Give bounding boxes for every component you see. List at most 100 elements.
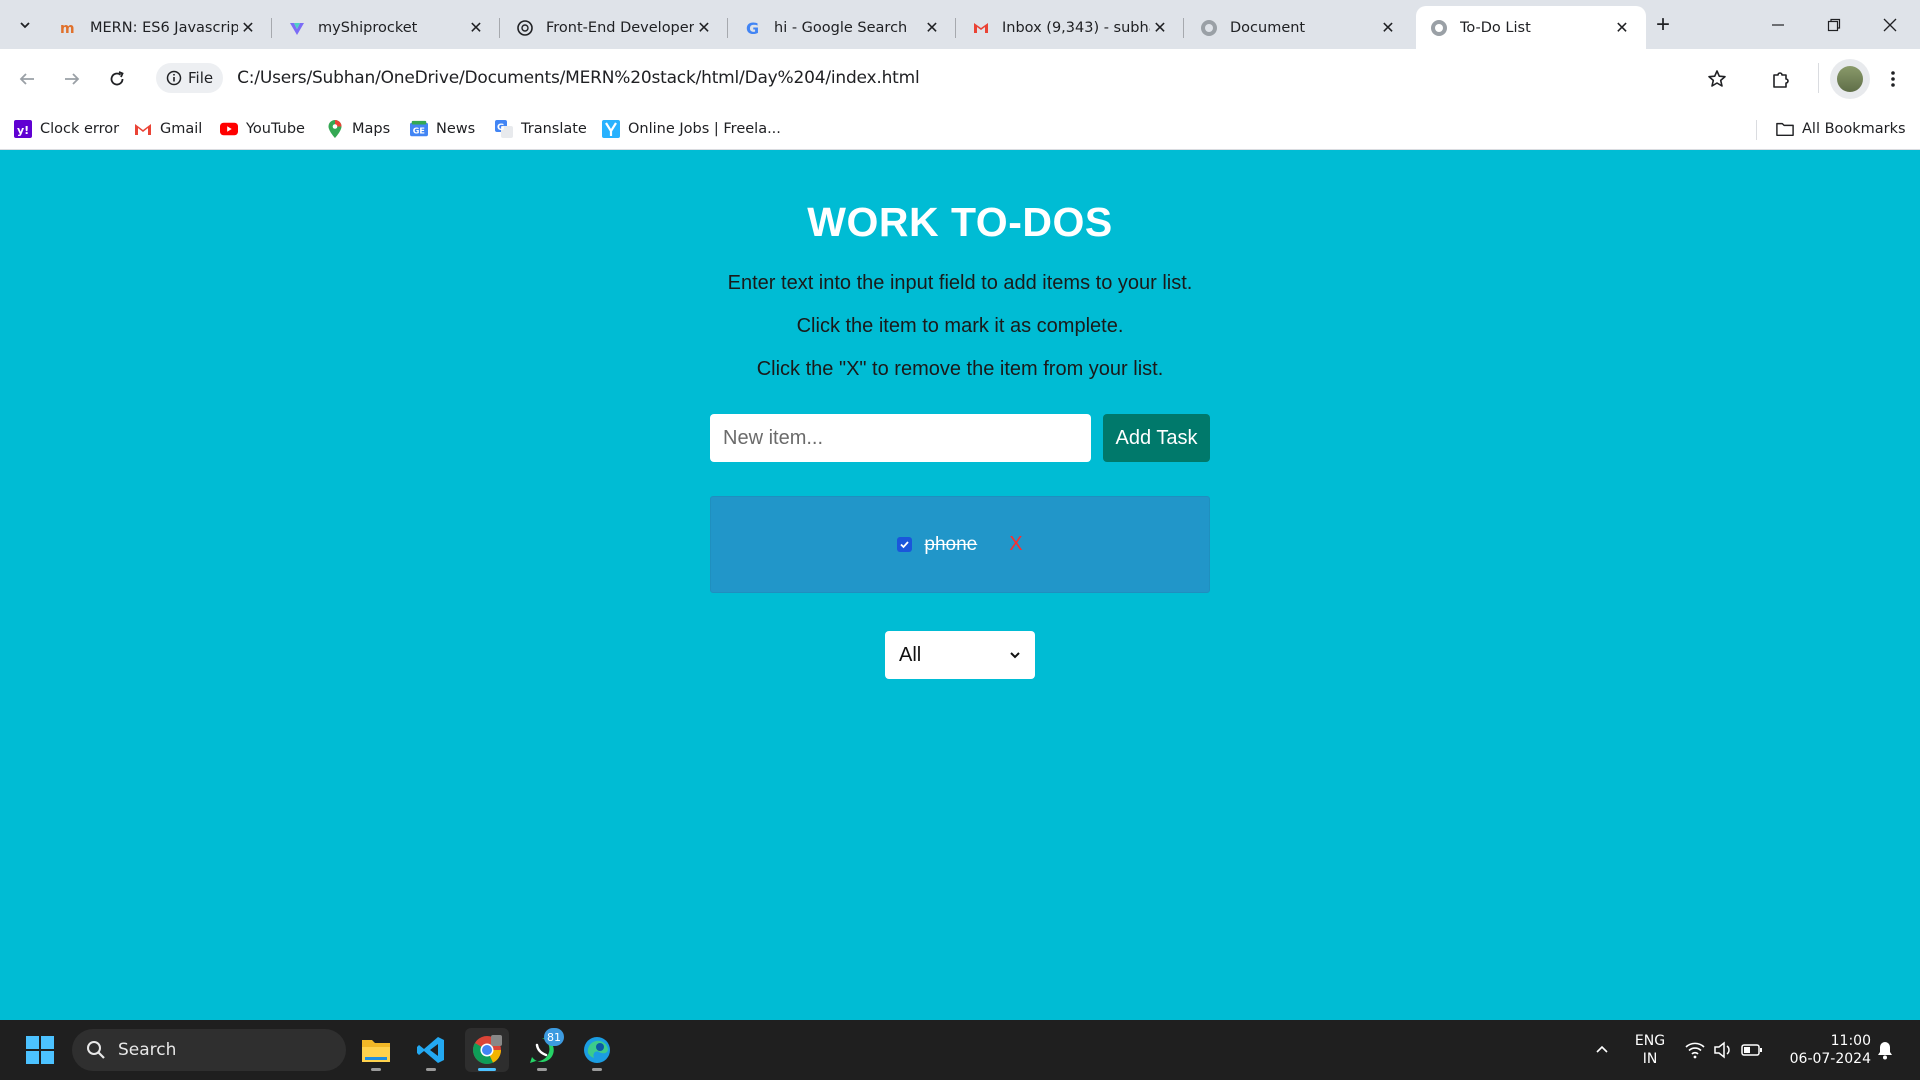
extensions-button[interactable] bbox=[1764, 62, 1798, 96]
list-item[interactable]: phone X bbox=[711, 497, 1209, 592]
search-icon bbox=[87, 1041, 105, 1059]
running-indicator bbox=[592, 1068, 602, 1071]
taskbar-edge[interactable] bbox=[575, 1028, 619, 1072]
star-icon bbox=[1708, 70, 1726, 87]
complete-checkbox[interactable] bbox=[897, 537, 913, 552]
gmail-favicon bbox=[972, 19, 990, 37]
address-bar[interactable]: File C:/Users/Subhan/OneDrive/Documents/… bbox=[152, 57, 1737, 99]
more-vertical-icon bbox=[1891, 71, 1895, 87]
tab-google-search[interactable]: G hi - Google Search ✕ bbox=[730, 6, 956, 49]
filter-selected-value: All bbox=[899, 643, 922, 666]
chrome-icon bbox=[473, 1035, 502, 1064]
toolbar-divider bbox=[1818, 63, 1819, 93]
reload-icon bbox=[110, 71, 124, 86]
minimize-button[interactable] bbox=[1750, 0, 1806, 49]
close-tab-icon[interactable]: ✕ bbox=[922, 18, 942, 38]
globe-favicon bbox=[1430, 19, 1448, 37]
reload-button[interactable] bbox=[101, 63, 133, 95]
arrow-right-icon bbox=[65, 73, 80, 85]
all-bookmarks-button[interactable]: All Bookmarks bbox=[1776, 116, 1906, 142]
bookmark-translate[interactable]: G Translate bbox=[495, 116, 587, 142]
tab-mern[interactable]: m MERN: ES6 Javascript ✕ bbox=[46, 6, 272, 49]
bookmark-label: Translate bbox=[521, 121, 587, 137]
taskbar-chrome[interactable] bbox=[465, 1028, 509, 1072]
start-button[interactable] bbox=[18, 1028, 62, 1072]
restore-icon bbox=[1827, 18, 1841, 31]
vscode-icon bbox=[417, 1037, 444, 1063]
new-item-input[interactable] bbox=[710, 414, 1091, 462]
add-task-button[interactable]: Add Task bbox=[1103, 414, 1210, 462]
clock[interactable]: 11:00 06-07-2024 bbox=[1775, 1032, 1871, 1068]
bookmark-label: YouTube bbox=[246, 121, 305, 137]
site-info-chip[interactable]: File bbox=[156, 63, 224, 93]
tab-todo-list[interactable]: To-Do List ✕ bbox=[1416, 6, 1646, 49]
tab-gmail-inbox[interactable]: Inbox (9,343) - subha ✕ bbox=[958, 6, 1184, 49]
bookmark-maps[interactable]: Maps bbox=[326, 116, 390, 142]
close-tab-icon[interactable]: ✕ bbox=[1612, 18, 1632, 38]
all-bookmarks-label: All Bookmarks bbox=[1802, 121, 1906, 137]
taskbar-search[interactable]: Search bbox=[72, 1029, 346, 1071]
close-tab-icon[interactable]: ✕ bbox=[1150, 18, 1170, 38]
notifications-button[interactable] bbox=[1876, 1040, 1896, 1060]
clock-date: 06-07-2024 bbox=[1789, 1051, 1871, 1067]
bookmark-youtube[interactable]: YouTube bbox=[220, 116, 305, 142]
close-tab-icon[interactable]: ✕ bbox=[694, 18, 714, 38]
checkmark-icon bbox=[900, 541, 910, 549]
chrome-menu-button[interactable] bbox=[1876, 62, 1910, 96]
quick-settings-button[interactable] bbox=[1685, 1036, 1765, 1064]
filter-select[interactable]: All bbox=[885, 631, 1035, 679]
youtube-icon bbox=[220, 120, 238, 138]
battery-icon bbox=[1741, 1044, 1762, 1056]
tab-myshiprocket[interactable]: myShiprocket ✕ bbox=[274, 6, 500, 49]
taskbar-vscode[interactable] bbox=[409, 1028, 453, 1072]
close-window-button[interactable] bbox=[1862, 0, 1918, 49]
bookmark-label: Clock error bbox=[40, 121, 120, 137]
volume-icon bbox=[1714, 1041, 1730, 1059]
forward-button[interactable] bbox=[56, 63, 88, 95]
profile-button[interactable] bbox=[1830, 59, 1870, 99]
tab-title: MERN: ES6 Javascript bbox=[90, 19, 238, 36]
tab-strip: m MERN: ES6 Javascript ✕ myShiprocket ✕ … bbox=[0, 0, 1920, 49]
bookmark-online-jobs[interactable]: Online Jobs | Freela... bbox=[602, 116, 781, 142]
close-tab-icon[interactable]: ✕ bbox=[238, 18, 258, 38]
back-button[interactable] bbox=[11, 63, 43, 95]
language-indicator[interactable]: ENG IN bbox=[1630, 1032, 1670, 1068]
close-tab-icon[interactable]: ✕ bbox=[1378, 18, 1398, 38]
bookmark-clock-error[interactable]: y! Clock error bbox=[14, 116, 119, 142]
tab-document[interactable]: Document ✕ bbox=[1186, 6, 1412, 49]
delete-item-button[interactable]: X bbox=[1009, 533, 1022, 556]
bookmark-star-button[interactable] bbox=[1700, 62, 1734, 96]
bookmark-gmail[interactable]: Gmail bbox=[134, 116, 202, 142]
tab-title: myShiprocket bbox=[318, 19, 418, 36]
info-icon bbox=[166, 70, 182, 86]
url-text[interactable]: C:/Users/Subhan/OneDrive/Documents/MERN%… bbox=[237, 68, 920, 88]
tab-search-button[interactable] bbox=[10, 10, 40, 40]
shiprocket-favicon bbox=[288, 19, 306, 37]
tab-front-end-developer[interactable]: Front-End Developer ✕ bbox=[502, 6, 728, 49]
running-indicator bbox=[478, 1068, 496, 1071]
yahoo-icon: y! bbox=[14, 120, 32, 138]
running-indicator bbox=[426, 1068, 436, 1071]
taskbar-whatsapp[interactable]: 81 bbox=[520, 1028, 564, 1072]
svg-text:y!: y! bbox=[17, 124, 29, 137]
taskbar-file-explorer[interactable] bbox=[354, 1028, 398, 1072]
bookmark-news[interactable]: GE News bbox=[410, 116, 475, 142]
instruction-text: Click the "X" to remove the item from yo… bbox=[756, 358, 1164, 380]
restore-button[interactable] bbox=[1806, 0, 1862, 49]
tab-title: Document bbox=[1230, 19, 1306, 36]
notification-badge: 81 bbox=[544, 1028, 564, 1046]
show-hidden-icons-button[interactable] bbox=[1590, 1038, 1614, 1062]
close-tab-icon[interactable]: ✕ bbox=[466, 18, 486, 38]
chip-label: File bbox=[188, 69, 214, 87]
translate-icon: G bbox=[495, 120, 513, 138]
windows-taskbar: Search 81 ENG IN 11:00 06-07-2024 bbox=[0, 1020, 1920, 1080]
new-tab-button[interactable]: + bbox=[1648, 10, 1678, 40]
todo-item-text[interactable]: phone bbox=[924, 534, 977, 556]
svg-text:G: G bbox=[497, 123, 504, 133]
tab-title: To-Do List bbox=[1460, 19, 1531, 36]
close-icon bbox=[1883, 18, 1897, 31]
bookmark-label: Online Jobs | Freela... bbox=[628, 121, 781, 137]
chatgpt-favicon bbox=[516, 19, 534, 37]
svg-text:G: G bbox=[746, 19, 759, 37]
avatar bbox=[1837, 66, 1863, 92]
